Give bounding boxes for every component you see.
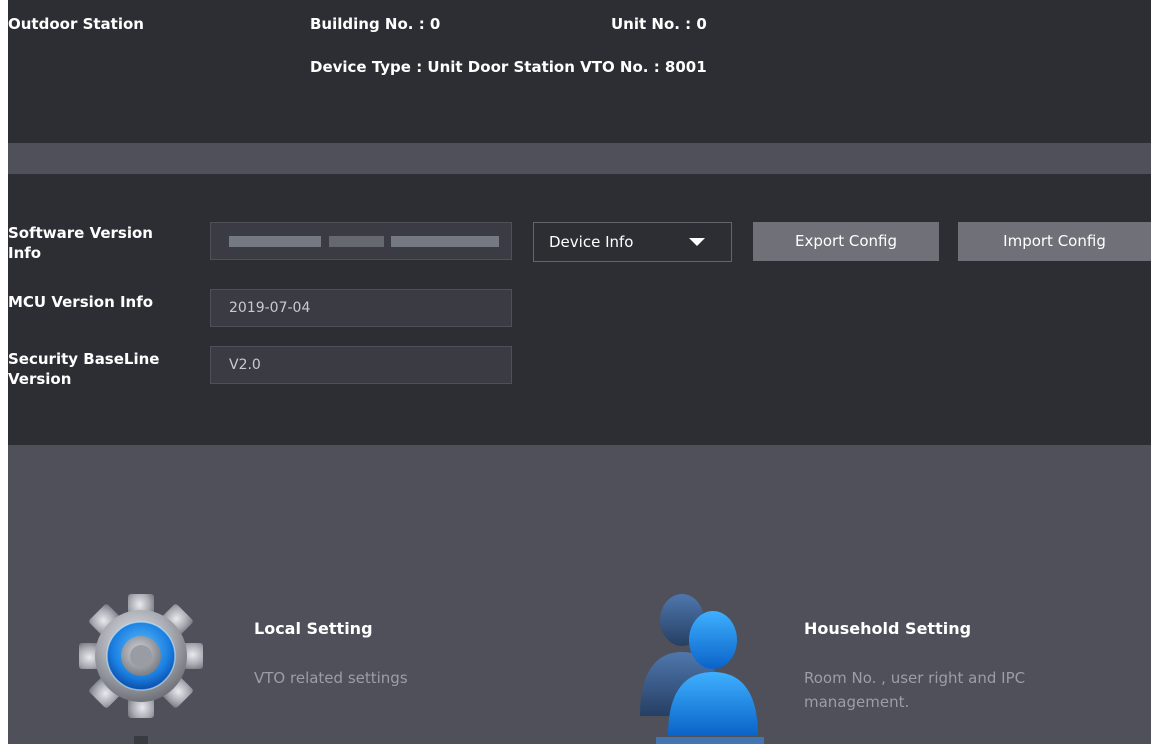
security-baseline-label: Security BaseLine Version [8, 350, 160, 388]
device-header: Outdoor Station Building No. : 0 Unit No… [8, 0, 1151, 143]
users-icon [640, 594, 764, 744]
device-type: Device Type : Unit Door Station VTO No. … [310, 58, 707, 76]
security-baseline-field: V2.0 [210, 346, 512, 384]
settings-area: Local Setting VTO related settings House… [8, 445, 1151, 744]
redacted-text [391, 236, 499, 247]
household-setting-title: Household Setting [804, 619, 972, 638]
device-info-select[interactable]: Device Info [533, 222, 732, 262]
mcu-version-field: 2019-07-04 [210, 289, 512, 327]
building-no: Building No. : 0 [310, 15, 441, 33]
redacted-text [329, 236, 384, 247]
local-setting-desc: VTO related settings [254, 669, 408, 687]
household-setting-desc: Room No. , user right and IPC management… [804, 669, 1026, 711]
version-info-panel: Software Version Info Device Info Export… [8, 174, 1151, 445]
device-info-select-value: Device Info [549, 233, 634, 251]
software-version-label: Software Version Info [8, 224, 153, 262]
mcu-version-label: MCU Version Info [8, 293, 154, 311]
software-version-field [210, 222, 512, 260]
unit-no: Unit No. : 0 [611, 15, 707, 33]
header-separator [8, 143, 1151, 174]
export-config-button[interactable]: Export Config [753, 222, 939, 261]
gear-icon [79, 594, 203, 744]
import-config-button[interactable]: Import Config [958, 222, 1151, 261]
main-frame: Outdoor Station Building No. : 0 Unit No… [8, 0, 1151, 744]
station-type: Outdoor Station [8, 15, 144, 33]
local-setting-title: Local Setting [254, 619, 373, 638]
caret-down-icon [689, 238, 705, 246]
redacted-text [229, 236, 321, 247]
